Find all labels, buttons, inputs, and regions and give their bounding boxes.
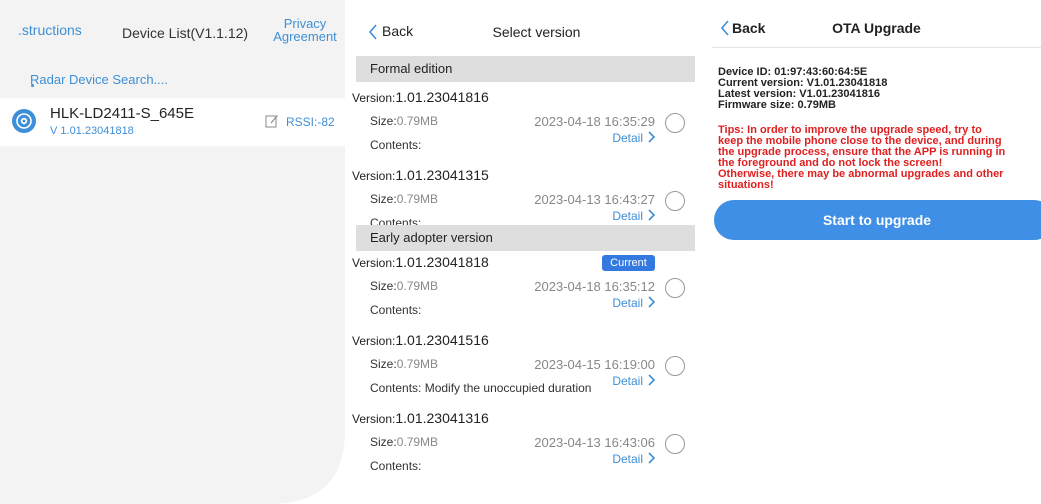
device-list-panel: .structions Device List(V1.1.12) Privacy… xyxy=(0,0,345,504)
device-list-item[interactable]: HLK-LD2411-S_645E V 1.01.23041818 RSSI:-… xyxy=(0,98,345,146)
version-radio[interactable] xyxy=(665,113,685,133)
detail-label: Detail xyxy=(612,374,643,388)
firmware-size: Firmware size: 0.79MB xyxy=(718,99,836,111)
size-text: Size:0.79MB xyxy=(370,357,438,371)
contents-value: Modify the unoccupied duration xyxy=(421,381,592,395)
privacy-agreement-link[interactable]: Privacy Agreement xyxy=(270,17,340,43)
version-label: Version: xyxy=(352,334,396,348)
size-label: Size: xyxy=(370,114,397,128)
section-early-adopter: Early adopter version xyxy=(356,225,695,251)
version-text: Version:1.01.23041816 xyxy=(352,89,489,105)
size-label: Size: xyxy=(370,279,397,293)
version-radio[interactable] xyxy=(665,356,685,376)
radar-icon xyxy=(12,109,36,133)
detail-label: Detail xyxy=(612,452,643,466)
size-label: Size: xyxy=(370,435,397,449)
size-label: Size: xyxy=(370,357,397,371)
contents-label: Contents: xyxy=(370,381,422,395)
version-label: Version: xyxy=(352,91,396,105)
detail-link[interactable]: Detail xyxy=(612,209,655,223)
top-bar: .structions Device List(V1.1.12) Privacy… xyxy=(0,8,345,52)
version-text: Version:1.01.23041316 xyxy=(352,410,489,426)
detail-label: Detail xyxy=(612,209,643,223)
nav-divider xyxy=(712,47,1041,48)
start-upgrade-button[interactable]: Start to upgrade xyxy=(714,200,1041,240)
contents-text: Contents: xyxy=(370,138,421,152)
version-number: 1.01.23041816 xyxy=(395,89,489,105)
nav-bar: Back OTA Upgrade xyxy=(712,14,1041,42)
privacy-line2: Agreement xyxy=(273,29,337,44)
version-text: Version:1.01.23041315 xyxy=(352,167,489,183)
instructions-link[interactable]: .structions xyxy=(18,22,82,38)
current-badge: Current xyxy=(602,255,655,271)
version-radio[interactable] xyxy=(665,278,685,298)
page-title: Device List(V1.1.12) xyxy=(122,25,249,41)
contents-label: Contents: xyxy=(370,138,422,152)
version-radio[interactable] xyxy=(665,191,685,211)
version-label: Version: xyxy=(352,412,396,426)
ota-upgrade-panel: Back OTA Upgrade Device ID: 01:97:43:60:… xyxy=(712,0,1041,504)
size-text: Size:0.79MB xyxy=(370,192,438,206)
contents-label: Contents: xyxy=(370,459,422,473)
page-title: OTA Upgrade xyxy=(832,20,921,36)
size-text: Size:0.79MB xyxy=(370,279,438,293)
version-label: Version: xyxy=(352,169,396,183)
size-value: 0.79MB xyxy=(396,435,439,449)
edit-icon[interactable] xyxy=(265,114,279,128)
version-number: 1.01.23041315 xyxy=(395,167,489,183)
version-number: 1.01.23041516 xyxy=(395,332,489,348)
contents-text: Contents: xyxy=(370,303,421,317)
size-value: 0.79MB xyxy=(396,279,439,293)
version-text: Version:1.01.23041516 xyxy=(352,332,489,348)
chevron-right-icon xyxy=(648,209,655,221)
size-text: Size:0.79MB xyxy=(370,114,438,128)
size-value: 0.79MB xyxy=(396,192,439,206)
version-item[interactable]: Version:1.01.23041316 Size:0.79MB 2023-04-… xyxy=(350,406,707,484)
size-text: Size:0.79MB xyxy=(370,435,438,449)
release-date: 2023-04-18 16:35:29 xyxy=(534,114,655,129)
detail-label: Detail xyxy=(612,131,643,145)
detail-link[interactable]: Detail xyxy=(612,131,655,145)
detail-label: Detail xyxy=(612,296,643,310)
detail-link[interactable]: Detail xyxy=(612,296,655,310)
version-number: 1.01.23041316 xyxy=(395,410,489,426)
device-name: HLK-LD2411-S_645E xyxy=(50,105,194,122)
chevron-right-icon xyxy=(648,296,655,308)
version-text: Version:1.01.23041818 xyxy=(352,254,489,270)
size-value: 0.79MB xyxy=(396,357,439,371)
version-label: Version: xyxy=(352,256,396,270)
chevron-right-icon xyxy=(648,374,655,386)
version-item[interactable]: Version:1.01.23041816 Size:0.79MB 2023-04-… xyxy=(350,85,707,163)
contents-text: Contents: xyxy=(370,459,421,473)
contents-label: Contents: xyxy=(370,303,422,317)
release-date: 2023-04-18 16:35:12 xyxy=(534,279,655,294)
detail-link[interactable]: Detail xyxy=(612,374,655,388)
nav-bar: Back Select version xyxy=(350,18,707,48)
size-value: 0.79MB xyxy=(396,114,439,128)
version-item[interactable]: Version:1.01.23041818 Current Size:0.79MB 2… xyxy=(350,250,707,328)
device-version: V 1.01.23041818 xyxy=(50,125,134,137)
size-label: Size: xyxy=(370,192,397,206)
page-title: Select version xyxy=(492,24,581,40)
release-date: 2023-04-13 16:43:27 xyxy=(534,192,655,207)
device-info-block: Device ID: 01:97:43:60:64:5E Current ver… xyxy=(718,67,887,111)
radar-device-search-label[interactable]: Radar Device Search.... xyxy=(30,72,168,87)
section-formal-edition: Formal edition xyxy=(356,56,695,82)
detail-link[interactable]: Detail xyxy=(612,452,655,466)
upgrade-tips: Tips: In order to improve the upgrade sp… xyxy=(718,124,1006,191)
chevron-right-icon xyxy=(648,131,655,143)
version-number: 1.01.23041818 xyxy=(395,254,489,270)
chevron-right-icon xyxy=(648,452,655,464)
version-radio[interactable] xyxy=(665,434,685,454)
rssi-value: RSSI:-82 xyxy=(286,115,335,129)
release-date: 2023-04-15 16:19:00 xyxy=(534,357,655,372)
select-version-panel: Back Select version Formal edition Versi… xyxy=(350,0,707,504)
release-date: 2023-04-13 16:43:06 xyxy=(534,435,655,450)
contents-text: Contents: Modify the unoccupied duration xyxy=(370,381,591,395)
version-item[interactable]: Version:1.01.23041516 Size:0.79MB 2023-04-… xyxy=(350,328,707,406)
